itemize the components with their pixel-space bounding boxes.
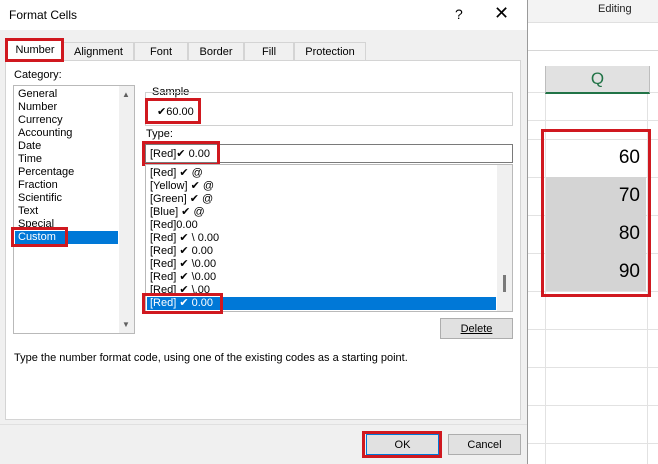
tab-alignment[interactable]: Alignment <box>63 42 134 60</box>
status-editing: Editing <box>598 3 632 15</box>
grid-line <box>528 329 658 330</box>
delete-button-label: Delete <box>460 323 493 335</box>
category-item-number[interactable]: Number <box>18 101 118 114</box>
dialog-title: Format Cells <box>9 8 78 22</box>
format-code-item[interactable]: [Red] ✔ @ <box>150 167 493 180</box>
sample-value: ✔60.00 <box>157 106 194 118</box>
scroll-up-icon[interactable]: ▲ <box>122 90 130 99</box>
type-input[interactable] <box>146 145 512 162</box>
category-item-accounting[interactable]: Accounting <box>18 127 118 140</box>
category-item-special[interactable]: Special <box>18 218 118 231</box>
category-label: Category: <box>14 69 62 81</box>
format-code-item-selected[interactable]: [Red] ✔ 0.00 <box>147 297 496 310</box>
category-item-percentage[interactable]: Percentage <box>18 166 118 179</box>
grid-line <box>528 443 658 444</box>
scroll-down-icon[interactable]: ▼ <box>122 320 130 329</box>
format-code-scrollbar[interactable] <box>497 165 512 311</box>
format-code-item[interactable]: [Green] ✔ @ <box>150 193 493 206</box>
grid-line <box>528 405 658 406</box>
tab-font[interactable]: Font <box>134 42 188 60</box>
type-label: Type: <box>146 128 173 140</box>
format-code-item[interactable]: [Yellow] ✔ @ <box>150 180 493 193</box>
help-button[interactable]: ? <box>455 6 463 22</box>
category-item-general[interactable]: General <box>18 88 118 101</box>
sample-box: ✔60.00 <box>145 92 513 126</box>
type-field[interactable] <box>145 144 513 163</box>
footer-divider <box>0 424 527 425</box>
category-item-fraction[interactable]: Fraction <box>18 179 118 192</box>
column-header-q[interactable]: Q <box>545 66 650 94</box>
category-item-custom[interactable]: Custom <box>15 231 118 244</box>
format-code-item[interactable]: [Blue] ✔ @ <box>150 206 493 219</box>
scroll-thumb[interactable] <box>503 275 506 292</box>
format-code-item[interactable]: [Red] ✔ \.00 <box>150 284 493 297</box>
tab-border[interactable]: Border <box>188 42 244 60</box>
ok-button[interactable]: OK <box>366 434 439 455</box>
grid-line <box>528 367 658 368</box>
tab-protection[interactable]: Protection <box>294 42 366 60</box>
category-item-time[interactable]: Time <box>18 153 118 166</box>
format-code-item[interactable]: [Red] ✔ \ 0.00 <box>150 232 493 245</box>
delete-button[interactable]: Delete <box>440 318 513 339</box>
format-code-item[interactable]: [Red] ✔ \0.00 <box>150 258 493 271</box>
description-text: Type the number format code, using one o… <box>14 352 408 364</box>
cell-q[interactable]: 90 <box>546 253 646 291</box>
category-item-date[interactable]: Date <box>18 140 118 153</box>
category-list[interactable]: General Number Currency Accounting Date … <box>13 85 135 334</box>
grid-line <box>528 120 658 121</box>
category-scrollbar[interactable]: ▲ ▼ <box>119 86 134 333</box>
format-code-item[interactable]: [Red] ✔ \0.00 <box>150 271 493 284</box>
grid-line <box>528 291 658 292</box>
tab-number[interactable]: Number <box>7 38 63 61</box>
category-item-currency[interactable]: Currency <box>18 114 118 127</box>
format-cells-dialog: Format Cells ? ✕ Number Alignment Font B… <box>0 0 528 464</box>
cancel-button[interactable]: Cancel <box>448 434 521 455</box>
cell-q[interactable]: 80 <box>546 215 646 253</box>
close-button[interactable]: ✕ <box>494 3 509 24</box>
category-item-scientific[interactable]: Scientific <box>18 192 118 205</box>
cell-q[interactable]: 60 <box>546 139 646 177</box>
format-code-list[interactable]: [Red] ✔ @ [Yellow] ✔ @ [Green] ✔ @ [Blue… <box>145 164 513 312</box>
format-code-item[interactable]: [Red]0.00 <box>150 219 493 232</box>
formula-bar[interactable] <box>528 26 658 51</box>
ribbon-strip <box>528 0 658 23</box>
category-item-text[interactable]: Text <box>18 205 118 218</box>
cell-q[interactable]: 70 <box>546 177 646 215</box>
title-bar: Format Cells ? ✕ <box>0 0 527 30</box>
tab-fill[interactable]: Fill <box>244 42 294 60</box>
format-code-item[interactable]: [Red] ✔ 0.00 <box>150 245 493 258</box>
